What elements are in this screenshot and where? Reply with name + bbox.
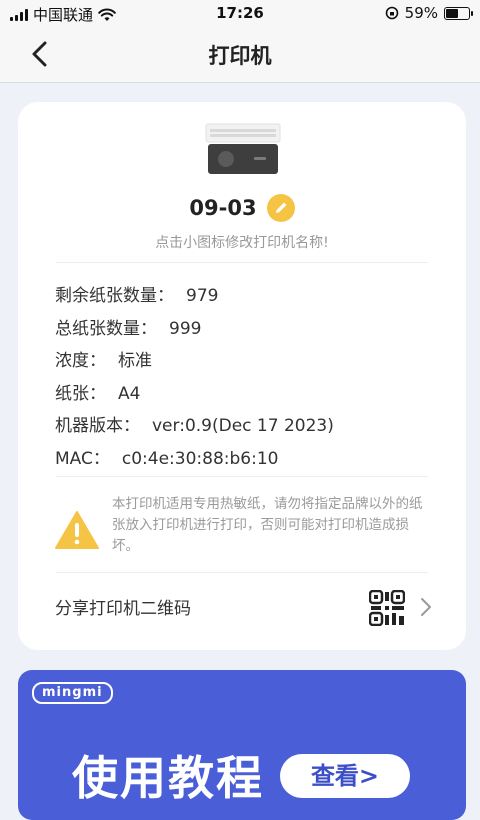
rename-hint: 点击小图标修改打印机名称! [155, 235, 329, 251]
info-label: 剩余纸张数量： [55, 286, 174, 306]
tutorial-banner[interactable]: mingmi 使用教程 查看> [18, 670, 466, 820]
info-label: 浓度： [55, 351, 106, 371]
printer-name: 09-03 [189, 196, 257, 220]
orientation-lock-icon [385, 6, 398, 20]
info-row-version: 机器版本： ver:0.9(Dec 17 2023) [55, 410, 334, 443]
info-row-remaining-paper: 剩余纸张数量： 979 [55, 280, 334, 313]
info-value: 标准 [118, 351, 152, 371]
warning-text: 本打印机适用专用热敏纸，请勿将指定品牌以外的纸张放入打印机进行打印，否则可能对打… [112, 496, 423, 554]
view-tutorial-button[interactable]: 查看> [280, 754, 410, 798]
qr-code-icon [369, 590, 405, 626]
printer-card: 09-03 点击小图标修改打印机名称! 剩余纸张数量： 979 总纸张数量： 9… [18, 102, 466, 650]
info-label: MAC： [55, 448, 110, 469]
info-value: ver:0.9(Dec 17 2023) [152, 416, 334, 436]
info-row-mac: MAC： c0:4e:30:88:b6:10 [55, 443, 334, 476]
warning-icon [55, 511, 99, 549]
printer-icon [205, 123, 281, 174]
info-label: 总纸张数量： [55, 318, 157, 339]
divider [56, 262, 428, 263]
info-value: A4 [118, 383, 141, 404]
info-row-paper: 纸张： A4 [55, 378, 334, 411]
printer-name-row: 09-03 [18, 194, 466, 222]
share-qr-label: 分享打印机二维码 [55, 599, 191, 619]
battery-icon [444, 6, 473, 20]
battery-percent: 59% [404, 4, 438, 22]
brand-logo: mingmi [32, 682, 113, 704]
info-label: 机器版本： [55, 416, 140, 436]
info-row-density: 浓度： 标准 [55, 345, 334, 378]
warning-box: 本打印机适用专用热敏纸，请勿将指定品牌以外的纸张放入打印机进行打印，否则可能对打… [52, 494, 432, 564]
status-right: 59% [385, 4, 473, 22]
divider [56, 572, 428, 573]
share-qr-row[interactable]: 分享打印机二维码 [55, 580, 435, 636]
page-title: 打印机 [208, 44, 272, 68]
info-value: 999 [169, 318, 202, 339]
edit-name-button[interactable] [266, 194, 295, 222]
info-value: c0:4e:30:88:b6:10 [121, 448, 279, 469]
divider [56, 476, 428, 477]
pencil-icon [275, 202, 286, 213]
info-list: 剩余纸张数量： 979 总纸张数量： 999 浓度： 标准 纸张： A4 机器版… [55, 280, 334, 475]
info-label: 纸张： [55, 383, 106, 404]
info-row-total-paper: 总纸张数量： 999 [55, 313, 334, 346]
status-bar: 中国联通 17:26 59% [0, 0, 480, 28]
info-value: 979 [186, 286, 219, 306]
nav-bar: 打印机 [0, 28, 480, 83]
chevron-right-icon [421, 598, 431, 616]
tutorial-title: 使用教程 [72, 751, 264, 805]
